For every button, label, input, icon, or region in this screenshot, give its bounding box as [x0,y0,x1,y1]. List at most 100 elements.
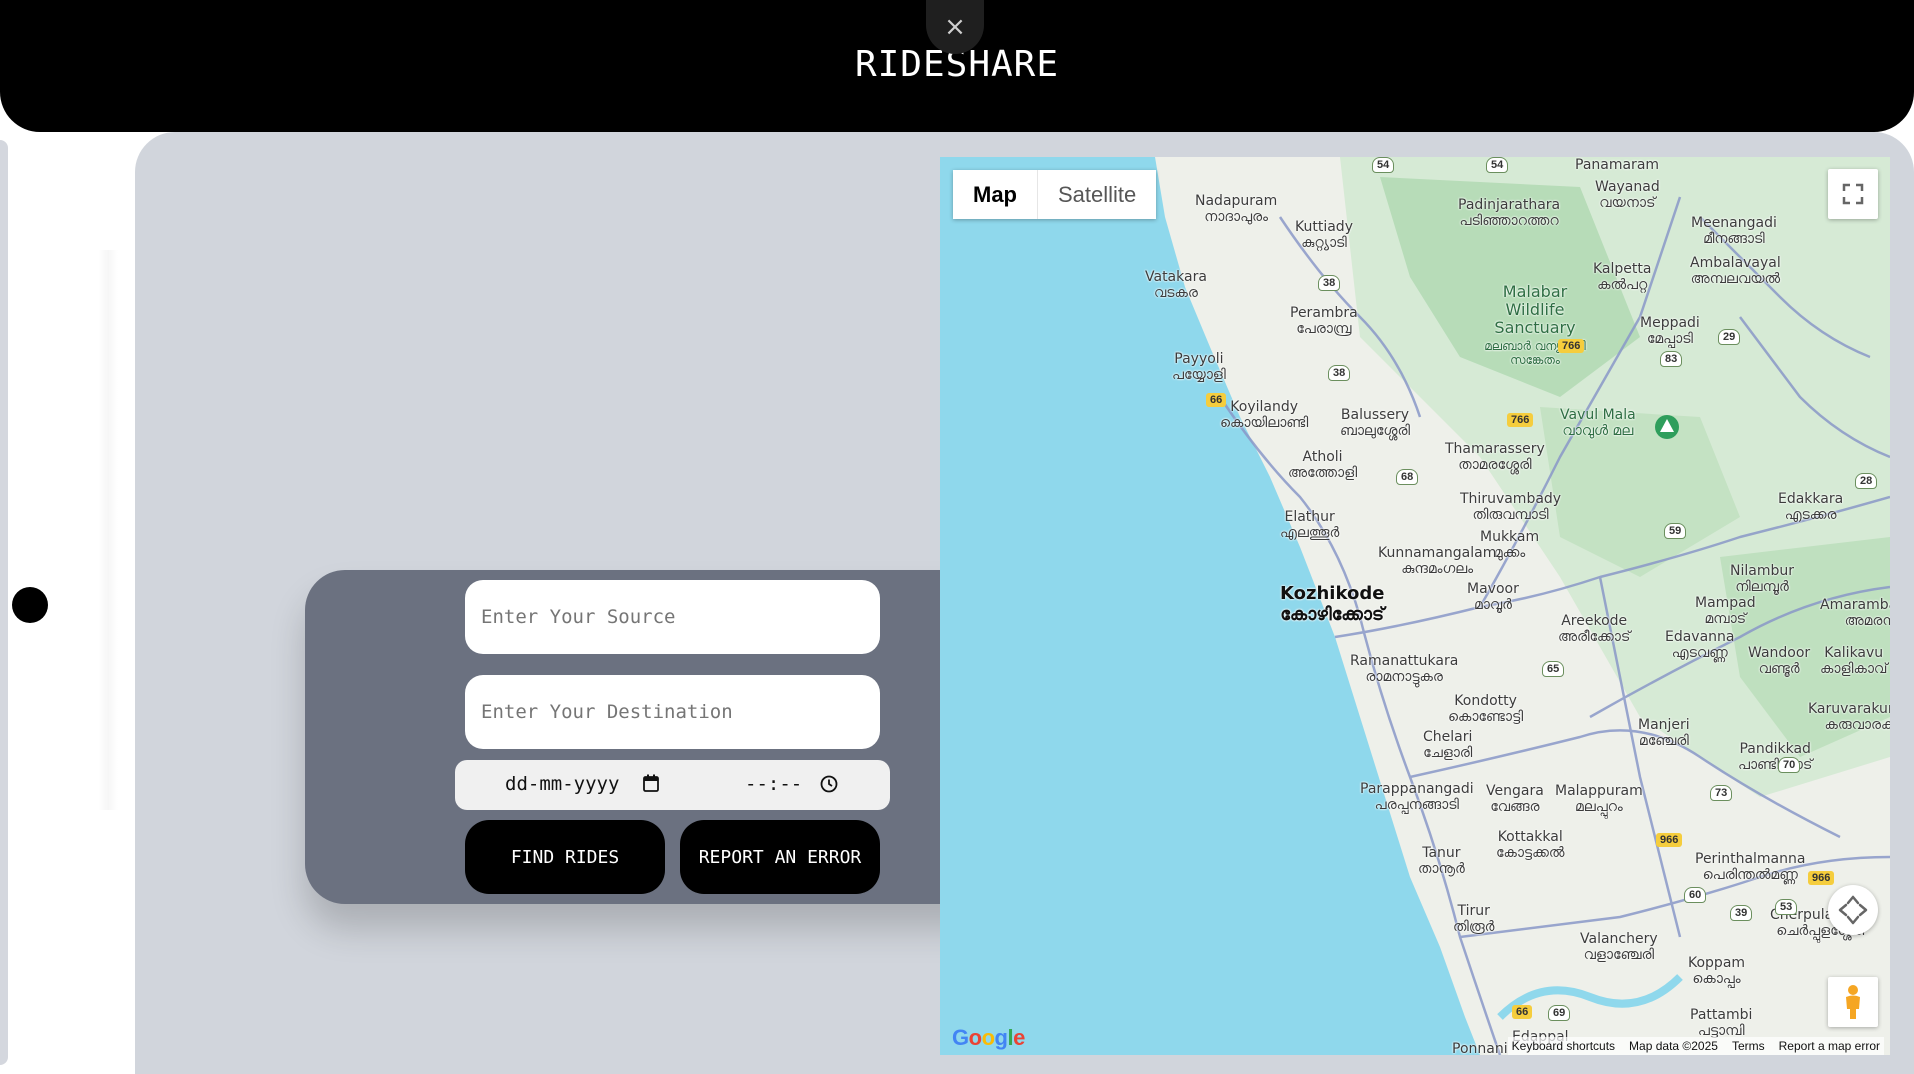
time-input[interactable]: --:-- [745,773,802,795]
place-label: Kondotty കൊണ്ടോട്ടി [1448,693,1524,725]
place-label: Mavoor മാവൂർ [1467,581,1519,613]
place-label: Balussery ബാലുശ്ശേരി [1340,407,1411,439]
place-label: Vavul Mala വാവുൾ മല [1560,407,1636,439]
place-label: Koyilandy കൊയിലാണ്ടി [1220,399,1309,431]
route-shield: 66 [1512,1005,1533,1019]
place-label: Edakkara എടക്കര [1778,491,1844,523]
place-label: Vengara വേങ്ങര [1486,783,1544,815]
place-label: Panamaram [1575,157,1660,173]
place-label: Nadapuram നാദാപുരം [1195,193,1278,225]
place-label: Meppadi മേപ്പാടി [1640,315,1700,347]
place-label: Padinjarathara പടിഞ്ഞാറത്തറ [1458,197,1561,229]
place-label: Kalikavu കാളികാവ് [1820,645,1888,677]
place-label: Pandikkad പാണ്ടിക്കാട് [1738,741,1813,773]
place-label: Tirur തിരൂർ [1453,903,1495,935]
route-shield: 966 [1656,833,1683,847]
map-type-satellite-button[interactable]: Satellite [1037,170,1156,219]
route-shield: 39 [1730,905,1753,921]
place-label: Parappanangadi പരപ്പനങ്ങാടി [1360,781,1474,813]
place-label: Wayanad വയനാട് [1595,179,1660,211]
route-shield: 53 [1775,899,1798,915]
route-shield: 60 [1684,887,1707,903]
place-label: Nilambur നിലമ്പൂർ [1730,563,1794,595]
place-label: Elathur എലത്തൂർ [1280,509,1340,541]
route-shield: 38 [1328,365,1351,381]
place-label: Thiruvambady തിരുവമ്പാടി [1460,491,1562,523]
calendar-icon[interactable] [643,774,659,792]
route-shield: 766 [1558,339,1585,353]
report-map-error-link[interactable]: Report a map error [1779,1039,1880,1053]
side-dot[interactable] [12,587,48,623]
ride-search-form: Enter Your Source Enter Your Destination… [305,570,1040,904]
map-attribution: Keyboard shortcuts Map data ©2025 Terms … [1507,1037,1884,1055]
place-label: Kuttiady കുറ്റ്യാടി [1295,219,1353,251]
route-shield: 69 [1548,1005,1571,1021]
place-label: Mampad മമ്പാട് [1695,595,1756,627]
date-input[interactable]: dd-mm-yyyy [505,773,619,795]
place-label: Payyoli പയ്യോളി [1172,351,1226,383]
fullscreen-icon [1842,183,1864,205]
place-label: Kalpetta കൽപറ്റ [1593,261,1652,293]
place-label: Edavanna എടവണ്ണ [1665,629,1735,661]
keyboard-shortcuts-link[interactable]: Keyboard shortcuts [1512,1039,1615,1053]
street-view-pegman-button[interactable] [1828,977,1878,1027]
route-shield: 766 [1507,413,1534,427]
destination-placeholder: Enter Your Destination [481,701,733,723]
place-label: Valanchery വളാഞ്ചേരി [1580,931,1658,963]
route-shield: 65 [1542,661,1565,677]
route-shield: 38 [1318,275,1341,291]
place-label: Kottakkal കോട്ടക്കൽ [1496,829,1565,861]
place-label: Karuvarakunduകരുവാരക്കു [1808,701,1890,733]
place-label: Pattambi പട്ടാമ്പി [1690,1007,1753,1039]
place-label: Kunnamangalam കുന്ദമംഗലം [1378,545,1497,577]
place-label: Tanur താനൂർ [1418,845,1465,877]
pan-arrows-icon [1838,895,1868,925]
place-label: Thamarassery താമരശ്ശേരി [1445,441,1545,473]
report-error-button[interactable]: REPORT AN ERROR [680,820,880,894]
route-shield: 29 [1718,329,1741,345]
place-label: Malappuram മലപ്പുറം [1555,783,1643,815]
place-label: Areekode അരീക്കോട് [1558,613,1631,645]
map-type-map-button[interactable]: Map [953,170,1037,219]
place-label: Meenangadi മീനങ്ങാടി [1691,215,1777,247]
place-label: Perinthalmanna പെരിന്തൽമണ്ണ [1695,851,1806,883]
route-shield: 70 [1778,757,1801,773]
route-shield: 59 [1664,523,1687,539]
map-view[interactable]: Nadapuram നാദാപുരം Kuttiady കുറ്റ്യാടി Pad… [940,157,1890,1055]
place-label: Atholi അത്തോളി [1288,449,1358,481]
pegman-icon [1846,985,1860,1019]
place-label: Ramanattukara രാമനാട്ടുകര [1350,653,1459,685]
map-type-control: Map Satellite [953,170,1157,219]
camera-control-button[interactable] [1828,885,1878,935]
place-label: Wandoor വണ്ടൂർ [1748,645,1811,677]
route-shield: 83 [1660,351,1683,367]
route-shield: 54 [1372,157,1395,173]
route-shield: 68 [1396,469,1419,485]
place-label: Koppam കൊപ്പം [1688,955,1746,987]
map-data-text: Map data ©2025 [1629,1039,1718,1053]
route-shield: 28 [1855,473,1878,489]
place-label: Manjeri മഞ്ചേരി [1638,717,1690,749]
main-panel: Enter Your Source Enter Your Destination… [135,132,1914,1074]
left-panel-edge [0,140,8,1065]
clock-icon[interactable] [820,775,838,793]
place-label: Ponnani [1452,1041,1508,1055]
place-label: Chelari ചേളാരി [1423,729,1473,761]
route-shield: 966 [1808,871,1835,885]
panel-shadow [98,250,118,810]
route-shield: 66 [1206,393,1227,407]
source-input[interactable]: Enter Your Source [465,580,880,654]
fullscreen-button[interactable] [1828,169,1878,219]
place-label: Ambalavayal അമ്പലവയൽ [1690,255,1781,287]
datetime-input: dd-mm-yyyy --:-- [455,760,890,810]
source-placeholder: Enter Your Source [481,606,676,628]
route-shield: 73 [1710,785,1733,801]
place-label: Vatakara വടകര [1145,269,1207,301]
route-shield: 54 [1486,157,1509,173]
google-logo[interactable]: Google [952,1025,1025,1051]
find-rides-button[interactable]: FIND RIDES [465,820,665,894]
place-label: Perambra പേരാമ്പ്ര [1290,305,1358,337]
place-label: Amarambalamഅമരമ്പ [1820,597,1890,629]
destination-input[interactable]: Enter Your Destination [465,675,880,749]
terms-link[interactable]: Terms [1732,1039,1765,1053]
